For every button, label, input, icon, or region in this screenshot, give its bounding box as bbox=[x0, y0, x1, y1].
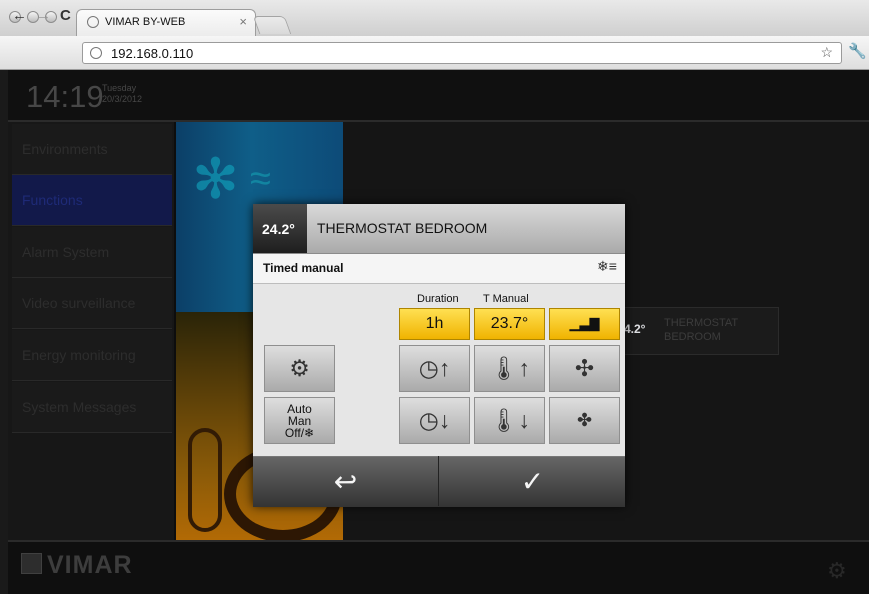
mode-off-label: Off/❄ bbox=[284, 425, 315, 440]
vimar-logo-icon bbox=[21, 553, 42, 574]
clock-time: 14:19 bbox=[26, 79, 104, 114]
back-button[interactable]: ↩ bbox=[253, 456, 438, 506]
duration-decrease-button[interactable]: ◷↓ bbox=[399, 397, 470, 444]
thermostat-widget-name-line2: BEDROOM bbox=[664, 331, 721, 343]
duration-value: 1h bbox=[399, 308, 470, 340]
fan-small-icon: ✤ bbox=[576, 410, 593, 430]
sidebar-item-environments[interactable]: Environments bbox=[12, 124, 172, 175]
temperature-decrease-button[interactable]: 🌡↓ bbox=[474, 397, 545, 444]
thermometer-down-icon: 🌡↓ bbox=[489, 407, 530, 433]
t-manual-value: 23.7° bbox=[474, 308, 545, 340]
fan-speed-decrease-button[interactable]: ✤ bbox=[549, 397, 620, 444]
close-tab-icon[interactable]: × bbox=[239, 14, 247, 29]
t-manual-label: T Manual bbox=[483, 293, 529, 305]
mode-selector-button[interactable]: Auto Man Off/❄ bbox=[264, 397, 335, 444]
snowflake-icon: ✻ bbox=[192, 147, 239, 210]
site-info-icon bbox=[90, 47, 102, 59]
thermostat-settings-button[interactable]: ⚙ bbox=[264, 345, 335, 392]
waves-icon: ≈ bbox=[250, 158, 271, 200]
sidebar-item-video-surveillance[interactable]: Video surveillance bbox=[12, 278, 172, 329]
thermostat-widget-temperature: 4.2° bbox=[624, 322, 646, 336]
sidebar-item-functions[interactable]: Functions bbox=[12, 175, 172, 226]
globe-icon bbox=[87, 16, 99, 28]
new-tab-button[interactable] bbox=[252, 16, 292, 34]
clock-date: Tuesday 20/3/2012 bbox=[102, 83, 142, 105]
back-arrow-icon: ↩ bbox=[333, 465, 358, 497]
weekday: Tuesday bbox=[102, 83, 137, 93]
thermometer-up-icon: 🌡↑ bbox=[489, 355, 530, 381]
browser-tab-title: VIMAR BY-WEB bbox=[105, 16, 186, 28]
dialog-title: THERMOSTAT BEDROOM bbox=[317, 220, 488, 236]
address-bar[interactable]: 192.168.0.110 ☆ bbox=[82, 42, 842, 64]
app-bottom-bar bbox=[8, 540, 869, 594]
footer-divider bbox=[438, 456, 439, 506]
gear-icon: ⚙ bbox=[289, 355, 310, 381]
browser-tab[interactable]: VIMAR BY-WEB × bbox=[76, 9, 256, 36]
mode-man-label: Man bbox=[287, 413, 312, 428]
checkmark-icon: ✓ bbox=[520, 465, 545, 497]
thermometer-graphic-icon bbox=[188, 428, 222, 532]
wrench-icon[interactable]: 🔧 bbox=[848, 42, 867, 60]
brand-logo-text: VIMAR bbox=[47, 551, 133, 579]
sidebar-item-energy-monitoring[interactable]: Energy monitoring bbox=[12, 330, 172, 381]
back-icon[interactable]: ← bbox=[12, 7, 27, 24]
sidebar-item-system-messages[interactable]: System Messages bbox=[12, 382, 172, 433]
fan-large-icon: ✣ bbox=[574, 355, 595, 381]
duration-increase-button[interactable]: ◷↑ bbox=[399, 345, 470, 392]
fan-speed-level: ▁▃▇ bbox=[549, 308, 620, 340]
thermostat-widget-name: THERMOSTAT BEDROOM bbox=[664, 316, 738, 344]
mode-label: Timed manual bbox=[263, 261, 344, 275]
bookmark-star-icon[interactable]: ☆ bbox=[820, 44, 833, 61]
settings-icon[interactable]: ⚙ bbox=[827, 558, 847, 584]
heat-cool-icon: ❄≡ bbox=[597, 258, 617, 274]
temperature-increase-button[interactable]: 🌡↑ bbox=[474, 345, 545, 392]
mode-auto-label: Auto bbox=[287, 401, 312, 416]
clock-up-icon: ◷↑ bbox=[418, 355, 451, 381]
forward-icon[interactable]: → bbox=[36, 7, 51, 24]
date: 20/3/2012 bbox=[102, 94, 143, 104]
clock-down-icon: ◷↓ bbox=[418, 407, 451, 433]
fan-speed-increase-button[interactable]: ✣ bbox=[549, 345, 620, 392]
duration-label: Duration bbox=[417, 293, 459, 305]
dialog-temperature: 24.2° bbox=[262, 221, 295, 237]
address-url: 192.168.0.110 bbox=[111, 46, 194, 61]
thermostat-widget-name-line1: THERMOSTAT bbox=[664, 317, 739, 329]
confirm-button[interactable]: ✓ bbox=[440, 456, 625, 506]
sidebar-item-alarm-system[interactable]: Alarm System bbox=[12, 227, 172, 278]
reload-icon[interactable]: C bbox=[60, 7, 71, 24]
